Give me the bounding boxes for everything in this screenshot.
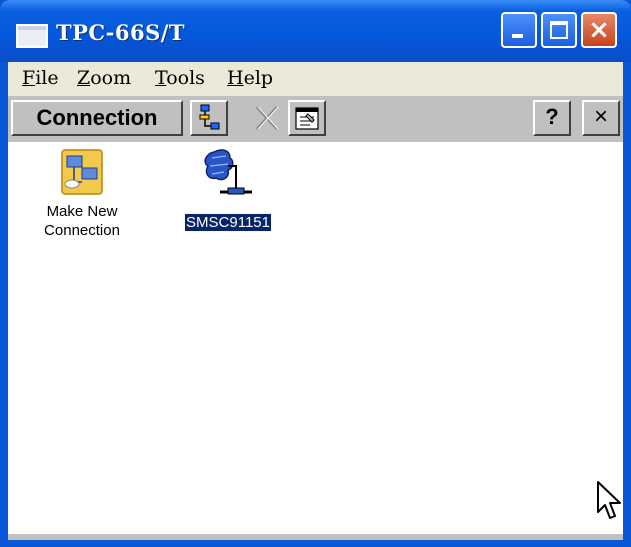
menu-file-mnemonic: F <box>22 67 36 89</box>
make-new-connection-item[interactable]: Make New Connection <box>27 146 137 240</box>
window-title: TPC-66S/T <box>56 20 186 45</box>
command-bar: Connection ? × <box>8 96 623 142</box>
menu-tools-mnemonic: T <box>155 67 167 89</box>
close-icon: × <box>588 15 610 45</box>
title-bar[interactable]: TPC-66S/T × <box>0 0 631 62</box>
smsc-connection-label: SMSC91151 <box>184 213 272 232</box>
delete-icon <box>256 106 279 130</box>
help-button[interactable]: ? <box>533 100 571 136</box>
smsc-connection-item[interactable]: SMSC91151 <box>168 146 288 232</box>
bottom-border <box>8 534 623 540</box>
menu-zoom-mnemonic: Z <box>77 67 91 89</box>
make-new-connection-label-line1: Make New <box>46 203 118 220</box>
network-adapter-icon <box>204 149 252 195</box>
close-button[interactable]: × <box>581 12 617 48</box>
connections-pane: Make New Connection SMSC91151 <box>8 142 623 534</box>
connect-icon <box>199 104 220 130</box>
menu-tools[interactable]: Tools <box>155 67 205 89</box>
make-new-connection-icon <box>61 149 103 195</box>
maximize-icon <box>550 21 568 39</box>
menu-file-label: ile <box>35 67 59 89</box>
menu-help-mnemonic: H <box>227 67 244 89</box>
menu-help-label: elp <box>243 67 274 89</box>
connection-title-button[interactable]: Connection <box>11 100 183 136</box>
menu-help[interactable]: Help <box>227 67 273 89</box>
menu-tools-label: ools <box>166 67 205 89</box>
menu-bar: File Zoom Tools Help <box>8 62 623 96</box>
connect-button[interactable] <box>190 100 228 136</box>
menu-zoom[interactable]: Zoom <box>77 67 131 89</box>
minimize-button[interactable] <box>501 12 537 48</box>
make-new-connection-label-line2: Connection <box>44 222 120 239</box>
window: TPC-66S/T × File Zoom Tools Help Connect… <box>0 0 631 547</box>
menu-file[interactable]: File <box>22 67 59 89</box>
menu-zoom-label: oom <box>90 67 132 89</box>
maximize-button[interactable] <box>541 12 577 48</box>
mouse-pointer-icon <box>597 481 621 519</box>
app-window-icon <box>16 24 48 48</box>
minimize-icon <box>512 34 523 38</box>
close-command-button[interactable]: × <box>582 100 620 136</box>
properties-button[interactable] <box>288 100 326 136</box>
delete-button[interactable] <box>248 100 286 136</box>
properties-icon <box>295 107 319 130</box>
